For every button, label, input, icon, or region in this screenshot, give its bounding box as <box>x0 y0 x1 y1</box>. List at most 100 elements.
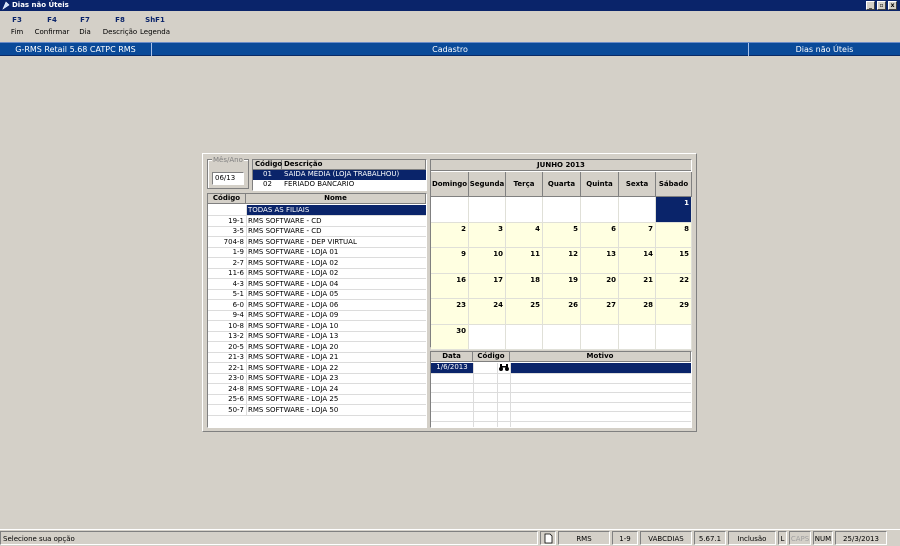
binoculars-button[interactable] <box>497 363 510 373</box>
grid-line <box>431 382 691 384</box>
mes-ano-input[interactable]: 06/13 <box>212 172 244 185</box>
calendar-day[interactable]: 30 <box>431 324 469 350</box>
calendar-day[interactable]: 6 <box>581 222 619 248</box>
filial-nome-cell: RMS SOFTWARE - LOJA 02 <box>248 258 339 267</box>
calendar-day[interactable]: 18 <box>506 273 543 299</box>
grid-line <box>497 363 498 427</box>
calendar-empty-cell <box>619 197 656 223</box>
filial-nome-cell: RMS SOFTWARE - LOJA 02 <box>248 269 339 277</box>
calendar-day[interactable]: 4 <box>506 222 543 248</box>
calendar-day[interactable]: 5 <box>543 222 581 248</box>
calendar-day[interactable]: 11 <box>506 248 543 274</box>
calendar-day[interactable]: 3 <box>469 222 506 248</box>
calendar-day[interactable]: 22 <box>656 273 692 299</box>
calendar-day[interactable]: 8 <box>656 222 692 248</box>
filial-nome-cell: RMS SOFTWARE - LOJA 05 <box>248 290 339 298</box>
calendar-empty-cell <box>581 197 619 223</box>
filial-nome-cell: RMS SOFTWARE - LOJA 20 <box>248 342 339 351</box>
calendar-day[interactable]: 23 <box>431 299 469 325</box>
calendar-day[interactable]: 21 <box>619 273 656 299</box>
filial-codigo-cell: 50-7 <box>228 405 244 414</box>
toolbar-fim-button[interactable]: F3 Fim <box>4 16 30 36</box>
descricao-cell[interactable]: FERIADO BANCARIO <box>284 180 426 189</box>
grid-line <box>431 373 691 374</box>
status-mode: Inclusão <box>728 531 776 545</box>
calendar-day[interactable]: 29 <box>656 299 692 325</box>
toolbar-label: Legenda <box>139 28 170 36</box>
toolbar-key: F4 <box>47 16 57 24</box>
toolbar-key: F8 <box>115 16 125 24</box>
codigo-header[interactable]: Código <box>253 160 282 170</box>
maximize-button[interactable]: ▫ <box>877 1 886 10</box>
calendar-day[interactable]: 15 <box>656 248 692 274</box>
calendar-day[interactable]: 24 <box>469 299 506 325</box>
calendar-day[interactable]: 10 <box>469 248 506 274</box>
calendar-day[interactable]: 20 <box>581 273 619 299</box>
calendar-day[interactable]: 16 <box>431 273 469 299</box>
motivo-header[interactable]: Motivo <box>510 352 691 362</box>
toolbar-descricao-button[interactable]: F8 Descrição <box>102 16 138 36</box>
calendar-empty-cell <box>581 324 619 350</box>
calendar-day[interactable]: 13 <box>581 248 619 274</box>
calendar-day[interactable]: 28 <box>619 299 656 325</box>
weekday-header: Domingo <box>431 172 469 197</box>
codigo-cell: 01 <box>263 170 272 178</box>
toolbar-confirmar-button[interactable]: F4 Confirmar <box>33 16 71 36</box>
calendar-day[interactable]: 7 <box>619 222 656 248</box>
toolbar-key: F7 <box>80 16 90 24</box>
grid-line <box>431 401 691 403</box>
descricao-header[interactable]: Descrição <box>282 160 426 170</box>
filial-codigo-cell: 21-3 <box>228 353 244 361</box>
grid-line <box>473 363 474 427</box>
filial-nome-cell: RMS SOFTWARE - LOJA 01 <box>248 248 339 256</box>
weekday-header: Sexta <box>619 172 656 197</box>
weekday-header: Quarta <box>543 172 581 197</box>
filial-nome-header[interactable]: Nome <box>246 194 426 204</box>
data-header[interactable]: Data <box>431 352 473 362</box>
filial-codigo-cell: 2-7 <box>232 258 244 267</box>
calendar-day[interactable]: 17 <box>469 273 506 299</box>
calendar-day[interactable]: 2 <box>431 222 469 248</box>
filial-nome-cell: RMS SOFTWARE - LOJA 22 <box>248 363 339 372</box>
toolbar-label: Confirmar <box>34 28 70 36</box>
minimize-button[interactable]: _ <box>866 1 875 10</box>
toolbar-dia-button[interactable]: F7 Dia <box>74 16 96 36</box>
codigo-cell[interactable]: 02 <box>253 180 282 189</box>
calendar-day[interactable]: 26 <box>543 299 581 325</box>
motivo-codigo-cell[interactable] <box>473 363 497 373</box>
filial-nome-cell: RMS SOFTWARE - LOJA 24 <box>248 384 339 393</box>
calendar-day[interactable]: 27 <box>581 299 619 325</box>
toolbar-key: F3 <box>12 16 22 24</box>
filial-codigo-cell: 3-5 <box>232 227 244 235</box>
calendar-empty-cell <box>506 324 543 350</box>
calendar-empty-cell <box>543 197 581 223</box>
grid-line <box>510 363 511 427</box>
filial-nome-cell: RMS SOFTWARE - LOJA 09 <box>248 311 339 319</box>
mes-ano-legend: Mês/Ano <box>212 156 244 164</box>
filial-codigo-cell: 6-0 <box>232 300 244 309</box>
filial-codigo-cell: 13-2 <box>228 332 244 340</box>
filial-nome-cell: RMS SOFTWARE - LOJA 10 <box>248 321 339 330</box>
filial-codigo-cell: 24-8 <box>228 384 244 393</box>
filial-codigo-header[interactable]: Código <box>208 194 246 204</box>
toolbar-legenda-button[interactable]: ShF1 Legenda <box>139 16 171 36</box>
status-message: Selecione sua opção <box>0 531 538 545</box>
window-title: Dias não Úteis <box>12 1 69 9</box>
calendar-day[interactable]: 9 <box>431 248 469 274</box>
calendar-day[interactable]: 25 <box>506 299 543 325</box>
status-module: RMS <box>558 531 610 545</box>
calendar-day[interactable]: 14 <box>619 248 656 274</box>
calendar-day[interactable]: 1 <box>656 197 692 223</box>
filial-nome-cell: RMS SOFTWARE - CD <box>248 216 322 225</box>
close-button[interactable]: x <box>888 1 897 10</box>
calendar-day[interactable]: 19 <box>543 273 581 299</box>
motivo-cell[interactable] <box>510 363 691 373</box>
header-screen: Dias não Úteis <box>795 45 854 54</box>
motivo-codigo-header[interactable]: Código <box>473 352 510 362</box>
weekday-header: Terça <box>506 172 543 197</box>
status-program: VABCDIAS <box>640 531 692 545</box>
filial-codigo-cell: 4-3 <box>232 279 244 288</box>
status-caps: CAPS <box>789 531 811 545</box>
calendar-day[interactable]: 12 <box>543 248 581 274</box>
document-button[interactable] <box>540 531 556 545</box>
